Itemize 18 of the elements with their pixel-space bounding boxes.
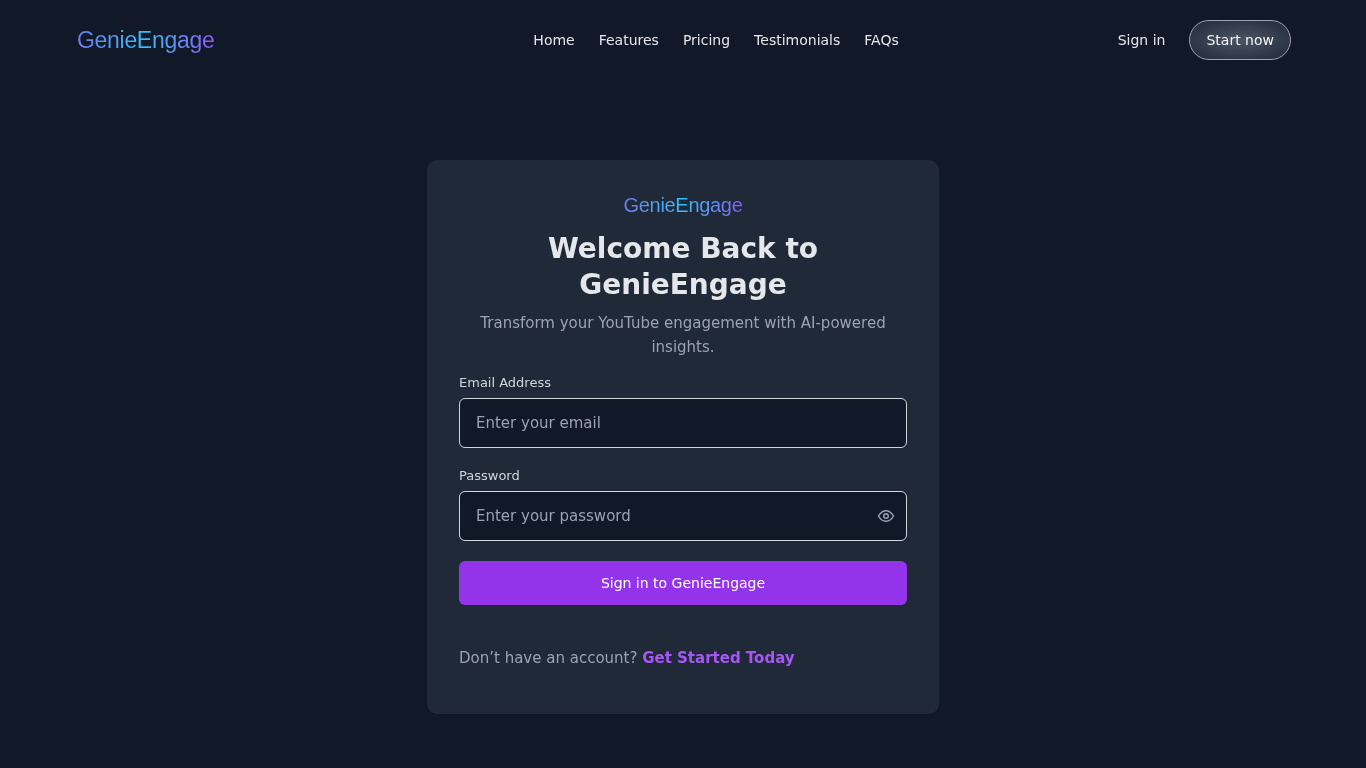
show-password-icon[interactable] [877,507,895,525]
get-started-link[interactable]: Get Started Today [642,649,795,667]
field-label: Email Address [459,375,552,390]
nav-link[interactable]: Home [533,32,575,48]
logo: GenieEngage [623,194,743,217]
nav-link[interactable]: FAQs [864,32,899,48]
email-field[interactable]: Enter your email [459,398,907,448]
sign-in-button[interactable]: Sign in to GenieEngage [459,561,907,605]
page-title: Welcome Back to GenieEngage [546,231,819,303]
signup-prompt: Don’t have an account? Get Started Today [459,649,796,667]
start-now-button[interactable]: Start now [1189,20,1291,60]
nav-link[interactable]: Testimonials [754,32,841,48]
subtitle: Transform your YouTube engagement with AI-powered insights. [479,313,887,358]
password-field[interactable]: Enter your password [459,491,907,541]
nav-link[interactable]: Pricing [682,32,731,48]
nav-link[interactable]: Features [598,32,659,48]
sign-in-link[interactable]: Sign in [1117,32,1166,48]
field-label: Password [459,468,521,483]
